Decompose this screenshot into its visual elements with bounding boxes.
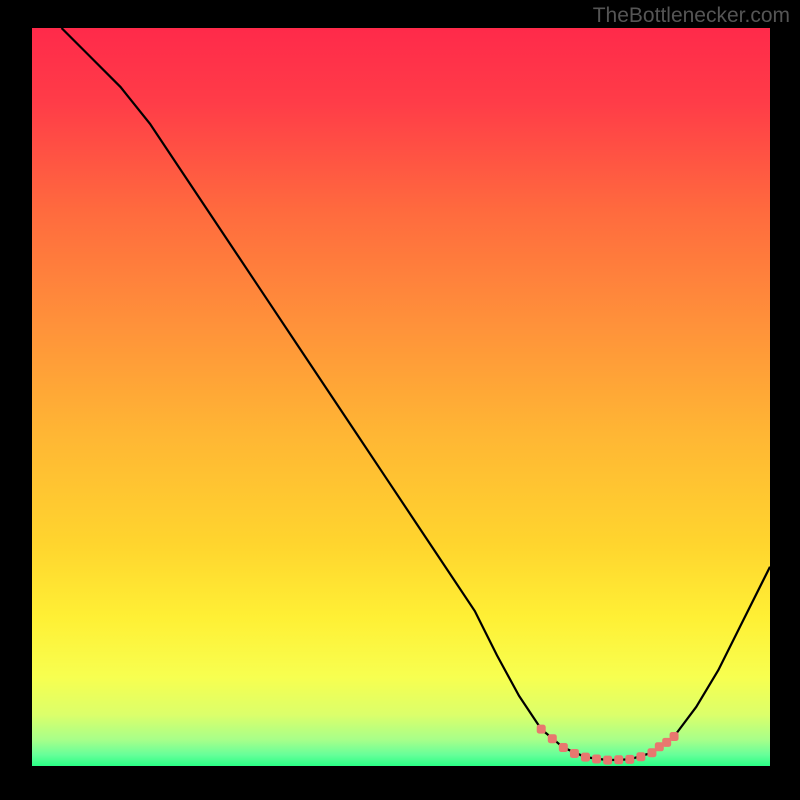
optimal-marker	[614, 755, 623, 764]
optimal-marker	[592, 754, 601, 763]
watermark-text: TheBottlenecker.com	[593, 4, 790, 28]
optimal-marker	[603, 756, 612, 765]
optimal-marker	[625, 755, 634, 764]
chart-svg	[32, 28, 770, 766]
optimal-marker	[537, 725, 546, 734]
optimal-marker	[548, 734, 557, 743]
optimal-marker	[570, 749, 579, 758]
optimal-marker	[670, 732, 679, 741]
optimal-marker	[581, 753, 590, 762]
optimal-marker	[559, 743, 568, 752]
chart-background	[32, 28, 770, 766]
chart-plot-area	[32, 28, 770, 766]
optimal-marker	[636, 752, 645, 761]
